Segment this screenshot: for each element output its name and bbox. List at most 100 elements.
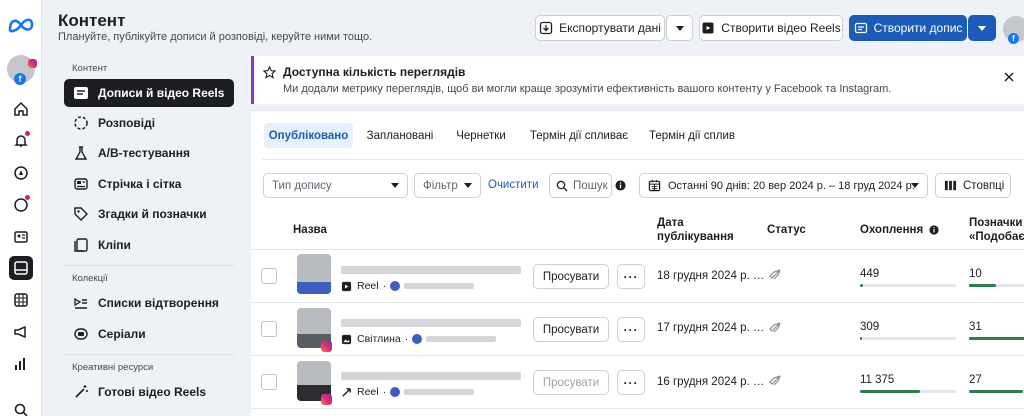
column-header-status[interactable]: Статус	[767, 223, 806, 237]
publish-date: 17 грудня 2024 р. …	[657, 322, 765, 334]
menu-item-posts-reels[interactable]: Дописи й відео Reels	[64, 79, 234, 107]
series-icon	[72, 325, 90, 343]
home-icon[interactable]	[9, 97, 33, 121]
chevron-down-icon	[675, 25, 684, 31]
more-options-button[interactable]: ···	[617, 317, 645, 342]
tab-expired[interactable]: Термін дії сплив	[645, 123, 739, 148]
column-header-likes[interactable]: Позначки «Подобає	[969, 216, 1024, 244]
content-icon[interactable]	[9, 256, 33, 280]
menu-divider	[64, 354, 234, 355]
account-name-redacted	[426, 336, 497, 342]
facebook-icon: f	[1008, 33, 1019, 44]
menu-item-clips[interactable]: Кліпи	[64, 231, 234, 259]
chevron-down-icon	[464, 183, 472, 188]
promote-button[interactable]: Просувати	[533, 264, 609, 289]
photo-icon	[341, 334, 352, 344]
menu-item-label: Стрічка і сітка	[98, 177, 182, 191]
tab-scheduled[interactable]: Заплановані	[363, 123, 437, 148]
row-checkbox[interactable]	[261, 374, 277, 390]
info-icon[interactable]	[929, 225, 939, 235]
menu-section-content: Контент	[72, 63, 108, 74]
post-thumbnail[interactable]	[297, 361, 332, 405]
contacts-icon[interactable]	[9, 225, 33, 249]
search-icon	[556, 180, 568, 191]
avatar[interactable]: f	[1003, 16, 1024, 44]
insights-icon[interactable]	[9, 352, 33, 376]
more-options-button[interactable]: ···	[617, 264, 645, 289]
column-header-date-line2: публікування	[657, 231, 734, 243]
create-post-label: Створити допис	[873, 21, 963, 35]
column-header-reach-label: Охоплення	[860, 224, 924, 236]
info-icon[interactable]	[615, 180, 626, 191]
reach-bar	[860, 390, 956, 393]
create-post-dropdown-button[interactable]	[968, 15, 996, 41]
megaphone-icon[interactable]	[9, 320, 33, 344]
views-metric-banner: Доступна кількість переглядів Ми додали …	[251, 56, 1024, 104]
reach-bar-fill	[860, 284, 863, 287]
export-dropdown-button[interactable]	[666, 15, 693, 41]
account-avatar[interactable]: f	[7, 55, 37, 85]
page-subtitle: Плануйте, публікуйте дописи й розповіді,…	[58, 31, 373, 43]
reach-value: 449	[860, 268, 880, 280]
chat-icon[interactable]	[9, 193, 33, 217]
reel-icon	[342, 387, 351, 397]
likes-bar	[969, 284, 1024, 287]
menu-item-stories[interactable]: Розповіді	[64, 109, 234, 137]
menu-item-mentions-tags[interactable]: Згадки й позначки	[64, 200, 234, 228]
publish-date: 18 грудня 2024 р. …	[657, 270, 765, 282]
create-reel-button[interactable]: Створити відео Reels	[699, 15, 843, 41]
post-thumbnail[interactable]	[297, 308, 332, 352]
likes-bar-fill	[969, 284, 996, 287]
menu-section-creative: Креативні ресурси	[72, 362, 154, 373]
row-checkbox[interactable]	[261, 321, 277, 337]
columns-label: Стовпці	[963, 179, 1005, 192]
likes-value: 31	[969, 321, 982, 333]
compass-icon[interactable]	[9, 161, 33, 185]
export-button[interactable]: Експортувати дані	[535, 15, 665, 41]
likes-bar-fill	[969, 337, 1024, 340]
table-icon[interactable]	[9, 288, 33, 312]
search-icon[interactable]	[9, 398, 33, 416]
date-range-select[interactable]: Останні 90 днів: 20 вер 2024 р. – 18 гру…	[639, 173, 928, 198]
search-field[interactable]: Пошук	[549, 173, 612, 198]
tabs-divider	[262, 159, 1024, 160]
bell-icon[interactable]	[9, 129, 33, 153]
promote-button[interactable]: Просувати	[533, 370, 609, 395]
chevron-down-icon	[391, 183, 399, 188]
column-header-date[interactable]: Дата публікування	[657, 216, 734, 244]
publish-date: 16 грудня 2024 р. …	[657, 376, 765, 388]
menu-item-series[interactable]: Серіали	[64, 320, 234, 348]
account-icon	[390, 387, 401, 397]
meta-logo-icon[interactable]	[7, 16, 35, 34]
more-options-button[interactable]: ···	[617, 370, 645, 395]
columns-icon	[944, 180, 957, 191]
flask-icon	[72, 144, 90, 162]
tab-drafts[interactable]: Чернетки	[450, 123, 512, 148]
filter-select[interactable]: Фільтр	[414, 173, 481, 198]
columns-button[interactable]: Стовпці	[935, 173, 1011, 198]
close-icon[interactable]	[1003, 71, 1015, 83]
nav-rail: f	[0, 0, 42, 416]
clear-filters-link[interactable]: Очистити	[488, 179, 539, 191]
menu-item-feed-grid[interactable]: Стрічка і сітка	[64, 170, 234, 198]
likes-bar	[969, 337, 1024, 340]
reach-value: 309	[860, 321, 880, 333]
instagram-icon	[321, 394, 332, 405]
column-header-reach[interactable]: Охоплення	[860, 223, 939, 237]
post-meta: Reel ·	[341, 280, 475, 292]
reach-bar-fill	[860, 337, 862, 340]
column-header-name[interactable]: Назва	[293, 223, 327, 237]
promote-button[interactable]: Просувати	[533, 317, 609, 342]
filter-label: Фільтр	[423, 179, 458, 192]
tab-expiring[interactable]: Термін дії спливає	[527, 123, 631, 148]
create-post-button[interactable]: Створити допис	[849, 15, 967, 41]
account-name-redacted	[404, 389, 475, 395]
menu-item-playlists[interactable]: Списки відтворення	[64, 289, 234, 317]
menu-item-ab-testing[interactable]: A/B-тестування	[64, 139, 234, 167]
instagram-icon	[28, 59, 37, 68]
tab-published[interactable]: Опубліковано	[264, 123, 353, 148]
post-type-select[interactable]: Тип допису	[263, 173, 408, 198]
post-thumbnail[interactable]	[297, 254, 331, 294]
row-checkbox[interactable]	[261, 268, 277, 284]
menu-item-ready-reels[interactable]: Готові відео Reels	[64, 378, 234, 406]
